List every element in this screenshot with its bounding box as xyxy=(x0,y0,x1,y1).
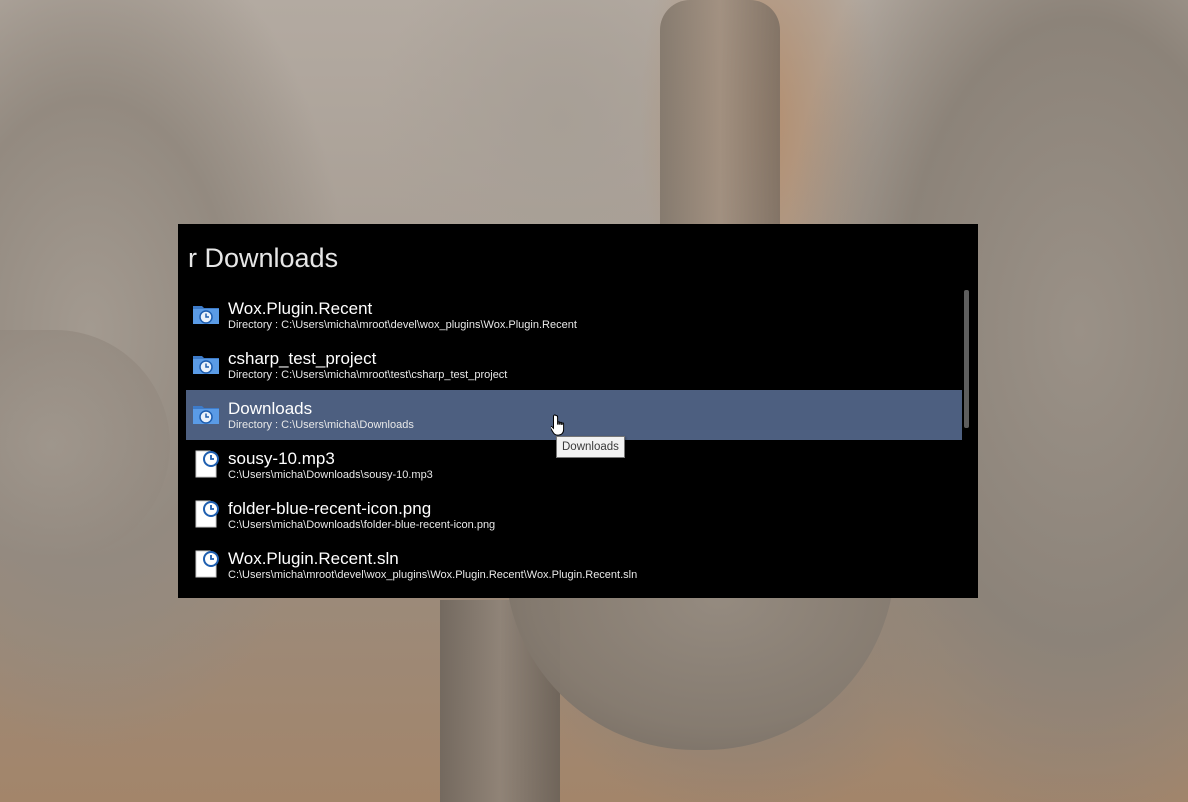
hand-pointer-cursor-icon xyxy=(549,414,567,438)
tooltip: Downloads xyxy=(556,436,625,458)
file-recent-icon xyxy=(192,550,220,578)
result-subtitle: Directory : C:\Users\micha\mroot\test\cs… xyxy=(228,369,508,381)
result-row[interactable]: csharp_test_project Directory : C:\Users… xyxy=(186,340,962,390)
result-title: csharp_test_project xyxy=(228,349,377,368)
results-scrollbar[interactable] xyxy=(964,290,970,590)
result-subtitle: C:\Users\micha\Downloads\folder-blue-rec… xyxy=(228,519,496,531)
result-row-selected[interactable]: Downloads Directory : C:\Users\micha\Dow… xyxy=(186,390,962,440)
file-recent-icon xyxy=(192,450,220,478)
folder-recent-icon xyxy=(192,350,220,378)
folder-recent-icon xyxy=(192,300,220,328)
result-title: Wox.Plugin.Recent xyxy=(228,299,373,318)
result-row[interactable]: Wox.Plugin.Recent.sln C:\Users\micha\mro… xyxy=(186,540,962,590)
result-title: sousy-10.mp3 xyxy=(228,449,335,468)
result-subtitle: C:\Users\micha\mroot\devel\wox_plugins\W… xyxy=(228,569,638,581)
result-title: folder-blue-recent-icon.png xyxy=(228,499,432,518)
result-row[interactable]: Wox.Plugin.Recent Directory : C:\Users\m… xyxy=(186,290,962,340)
result-subtitle: Directory : C:\Users\micha\Downloads xyxy=(228,419,414,431)
wallpaper-tree-trunk xyxy=(660,0,780,230)
result-title: Downloads xyxy=(228,399,313,418)
folder-recent-icon xyxy=(192,400,220,428)
result-subtitle: Directory : C:\Users\micha\mroot\devel\w… xyxy=(228,319,577,331)
search-query-input[interactable]: r Downloads xyxy=(188,240,958,276)
wallpaper-elephant-ear xyxy=(0,330,170,560)
launcher-window: r Downloads Wox.Plugin.Recent Directory … xyxy=(178,224,978,598)
scrollbar-thumb[interactable] xyxy=(964,290,969,428)
file-recent-icon xyxy=(192,500,220,528)
result-subtitle: C:\Users\micha\Downloads\sousy-10.mp3 xyxy=(228,469,433,481)
result-row[interactable]: folder-blue-recent-icon.png C:\Users\mic… xyxy=(186,490,962,540)
result-title: Wox.Plugin.Recent.sln xyxy=(228,549,399,568)
